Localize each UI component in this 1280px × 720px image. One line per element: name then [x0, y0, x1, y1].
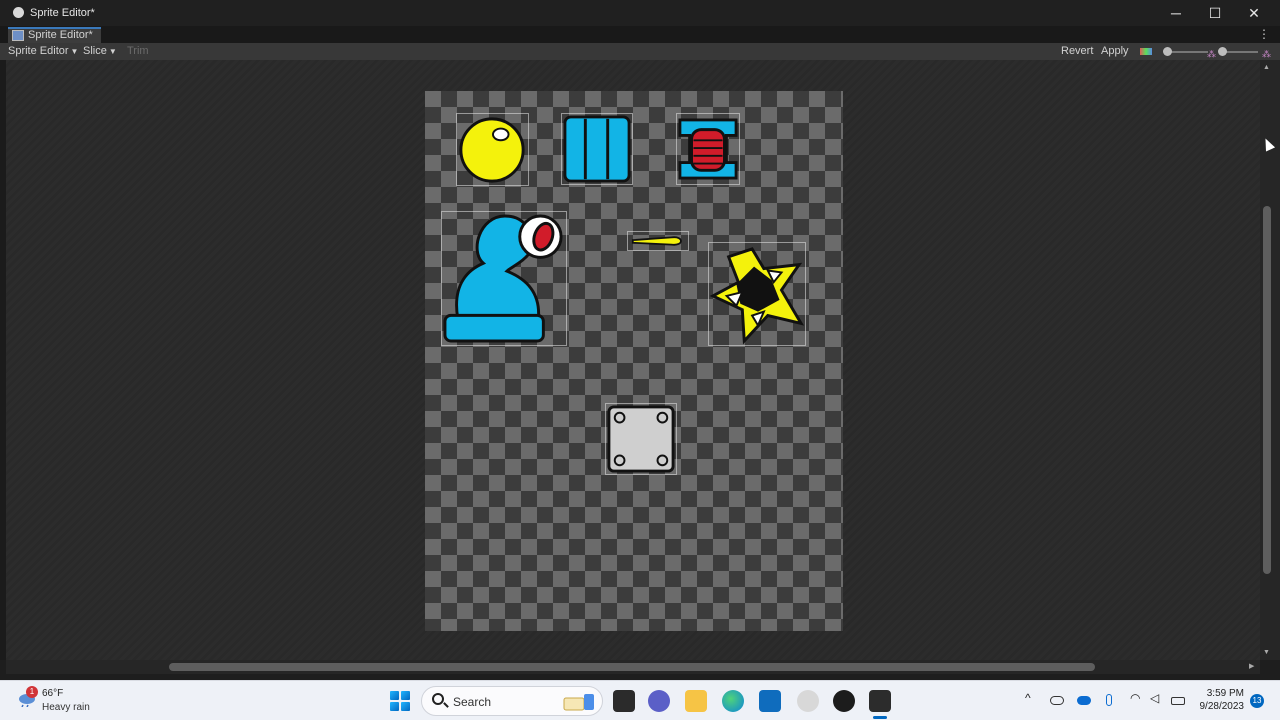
unity-hub-icon[interactable] [797, 690, 819, 712]
slice-dropdown-label: Slice [83, 45, 107, 57]
file-explorer-dark-icon[interactable] [613, 690, 635, 712]
slice-dropdown[interactable]: Slice ▼ [83, 43, 117, 60]
taskbar-search[interactable]: Search [421, 686, 603, 716]
close-button[interactable]: ✕ [1243, 4, 1265, 22]
battery-icon[interactable] [1171, 697, 1185, 705]
tab-label: Sprite Editor* [28, 29, 93, 41]
rgb-channels-icon[interactable] [1140, 48, 1152, 55]
sprite-metal-plate[interactable] [605, 403, 677, 475]
apply-button[interactable]: Apply [1101, 43, 1129, 60]
revert-button[interactable]: Revert [1061, 43, 1093, 60]
plate-icon [607, 405, 675, 473]
onedrive-icon[interactable] [1077, 696, 1091, 705]
tab-menu-icon[interactable]: ⋮ [1258, 27, 1270, 41]
block-icon [563, 115, 631, 183]
system-clock[interactable]: 3:59 PM 9/28/2023 [1192, 688, 1245, 712]
cloud-icon[interactable] [1050, 696, 1064, 705]
maximize-button[interactable]: ☐ [1204, 4, 1226, 22]
sprite-blue-block[interactable] [561, 113, 633, 185]
clock-date: 9/28/2023 [1199, 701, 1245, 712]
scroll-right-icon[interactable]: ▶ [1249, 662, 1254, 670]
mode-dropdown[interactable]: Sprite Editor ▼ [8, 43, 78, 60]
scroll-down-icon[interactable]: ▼ [1263, 649, 1270, 656]
trim-button[interactable]: Trim [127, 43, 149, 60]
clock-time: 3:59 PM [1206, 688, 1244, 699]
vertical-scrollbar[interactable]: ▲ ▼ [1260, 60, 1280, 660]
volume-icon[interactable]: ◁ [1150, 691, 1159, 705]
outlook-icon[interactable] [759, 690, 781, 712]
scroll-up-icon[interactable]: ▲ [1263, 64, 1270, 71]
cannon-icon [443, 214, 563, 343]
zoom-slider[interactable] [1166, 51, 1208, 53]
tab-sprite-editor[interactable]: Sprite Editor* [8, 27, 101, 43]
minimize-button[interactable]: ─ [1165, 4, 1187, 22]
weather-badge: 1 [26, 686, 38, 698]
search-icon [432, 693, 444, 705]
notification-badge[interactable]: 13 [1250, 694, 1264, 708]
mip-slider-handle[interactable] [1218, 47, 1227, 56]
tray-overflow-icon[interactable]: ^ [1025, 691, 1031, 705]
weather-temp: 66°F [42, 688, 64, 699]
wifi-icon[interactable]: ◠ [1130, 691, 1140, 705]
start-button[interactable] [390, 691, 410, 711]
file-explorer-icon[interactable] [685, 690, 707, 712]
window-titlebar: Sprite Editor* ─ ☐ ✕ [0, 0, 1280, 26]
sprite-red-spring[interactable] [676, 113, 740, 185]
horizontal-scrollbar[interactable]: ▶ [6, 660, 1260, 674]
bullet-icon [631, 236, 682, 246]
edge-icon[interactable] [722, 690, 744, 712]
spring-icon [678, 118, 738, 180]
texture-canvas[interactable] [425, 91, 843, 631]
ball-icon [459, 117, 525, 183]
sprite-editor-toolbar: Sprite Editor ▼ Slice ▼ Trim Revert Apply … [0, 43, 1280, 60]
sprite-yellow-ball[interactable] [456, 113, 529, 186]
chatgpt-icon[interactable] [833, 690, 855, 712]
dropdown-caret-icon: ▼ [108, 47, 117, 56]
weather-condition: Heavy rain [42, 702, 90, 713]
explosion-icon [709, 247, 805, 345]
window-title: Sprite Editor* [30, 7, 95, 19]
vertical-scroll-thumb[interactable] [1263, 206, 1271, 574]
windows-taskbar: 1 66°F Heavy rain Search ^ ◠ ◁ 3:59 PM 9… [0, 680, 1280, 720]
sprite-editor-icon [12, 30, 24, 41]
sprite-cannon[interactable] [441, 211, 567, 346]
search-label: Search [453, 695, 492, 709]
search-highlight-icon [563, 694, 594, 711]
sprite-bullet[interactable] [627, 231, 689, 251]
horizontal-scroll-thumb[interactable] [169, 663, 1095, 671]
microphone-icon[interactable] [1106, 694, 1112, 706]
tab-strip: Sprite Editor* ⋮ [0, 26, 1280, 43]
teams-chat-icon[interactable] [648, 690, 670, 712]
dropdown-caret-icon: ▼ [70, 47, 79, 56]
unity-icon [13, 7, 24, 18]
mode-dropdown-label: Sprite Editor [8, 45, 69, 57]
unity-editor-icon[interactable] [869, 690, 891, 719]
sprite-viewport[interactable] [6, 60, 1260, 660]
sprite-explosion[interactable] [708, 242, 806, 346]
zoom-slider-handle[interactable] [1163, 47, 1172, 56]
